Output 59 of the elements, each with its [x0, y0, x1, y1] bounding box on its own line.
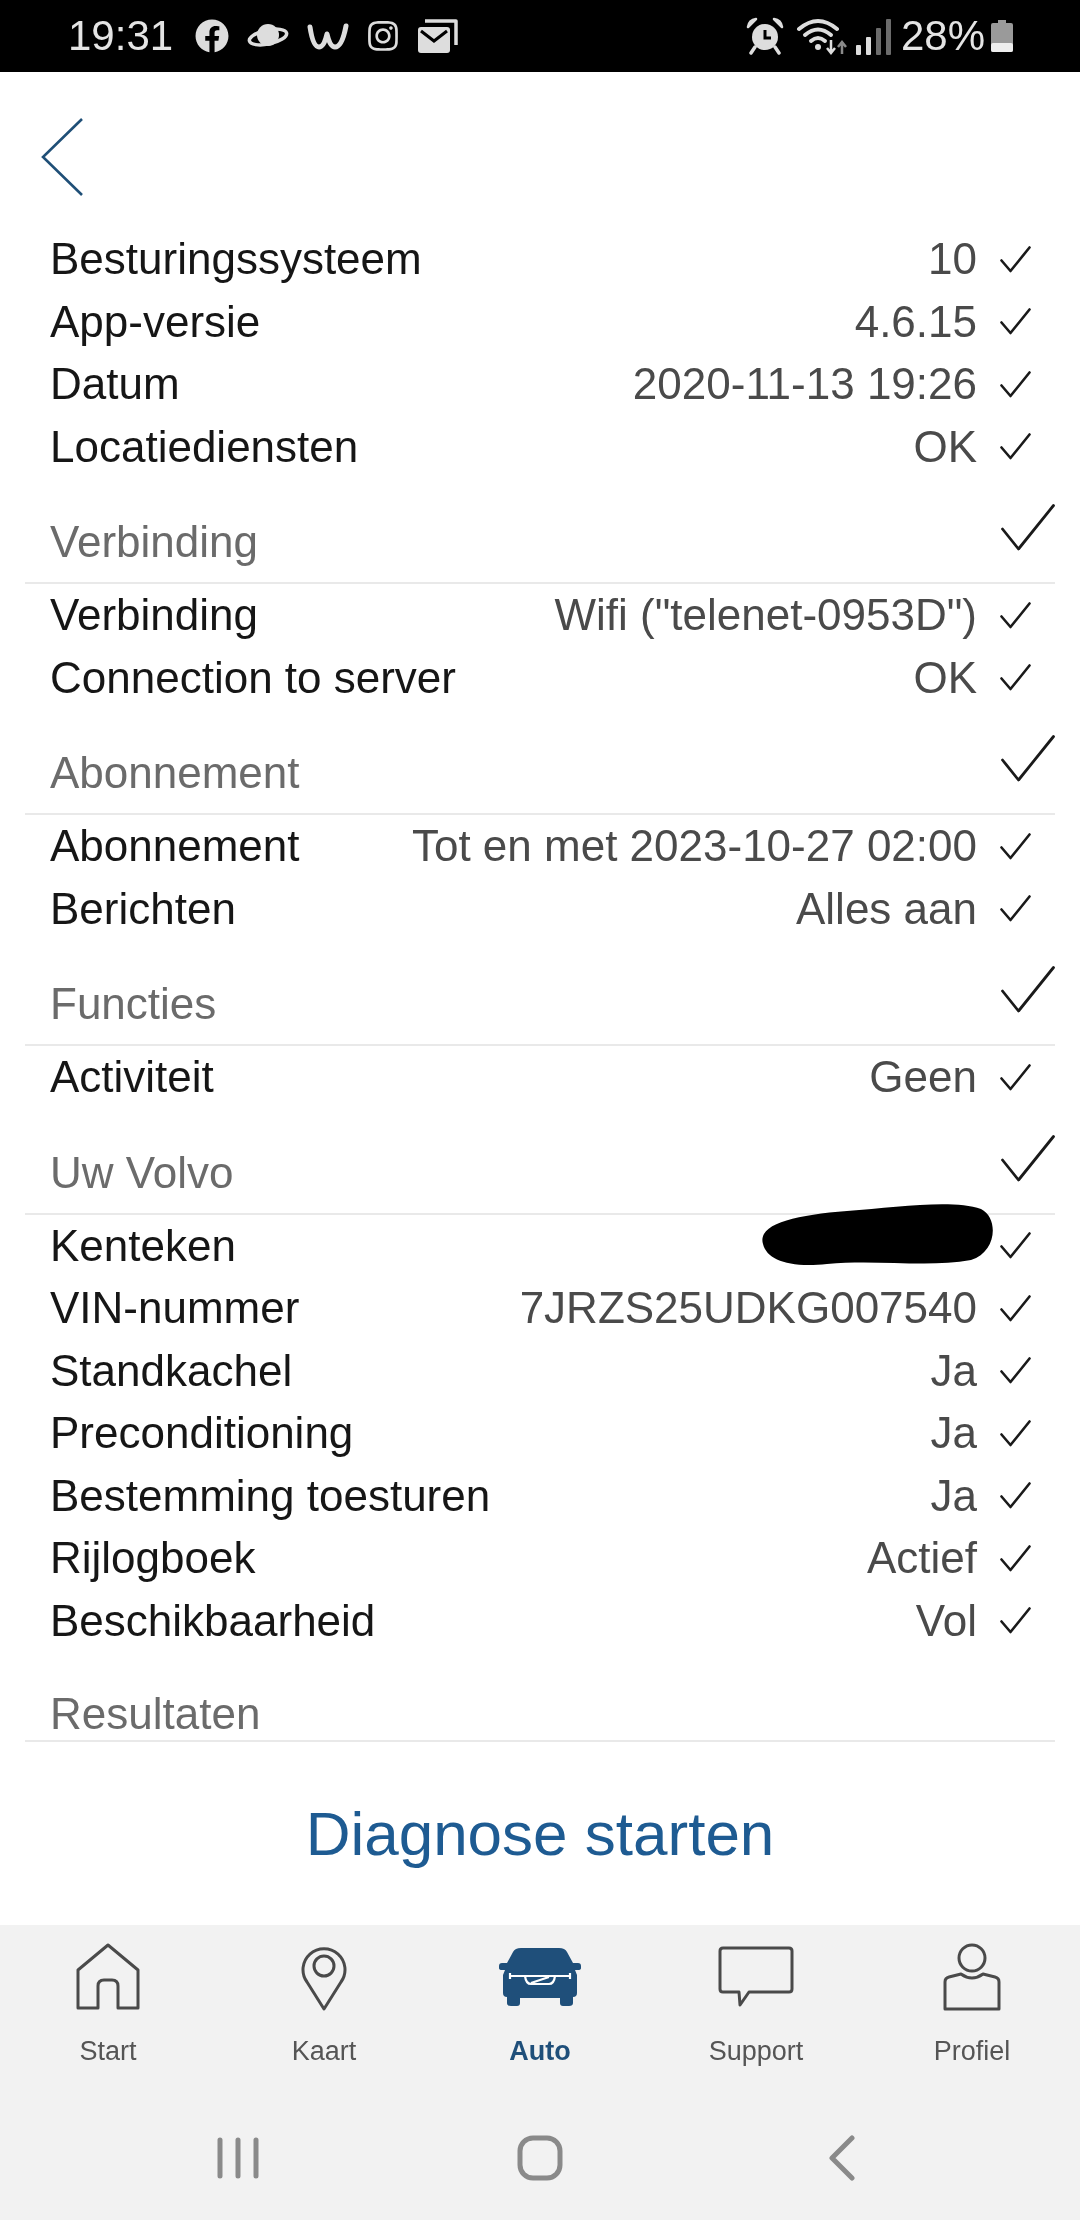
- setting-label: Rijlogboek: [50, 1532, 256, 1585]
- setting-label: Datum: [50, 358, 180, 411]
- diagnose-button[interactable]: Diagnose starten: [305, 1797, 775, 1870]
- setting-label: Connection to server: [50, 651, 456, 704]
- setting-value: 10: [928, 233, 977, 286]
- recent-apps-icon[interactable]: [217, 2136, 259, 2179]
- battery-icon: [991, 20, 1013, 52]
- tab-bar-item[interactable]: Profiel: [864, 1925, 1080, 2095]
- setting-value: Alles aan: [796, 882, 977, 935]
- setting-label: Activiteit: [50, 1051, 214, 1104]
- setting-value: Geen: [869, 1051, 977, 1104]
- setting-label: Berichten: [50, 882, 236, 935]
- speech-bubble-icon: [718, 1945, 794, 2008]
- setting-label: Verbinding: [50, 589, 258, 642]
- signal-icon: [855, 17, 892, 55]
- setting-value: OK: [913, 651, 977, 704]
- tab-bar-item[interactable]: Kaart: [216, 1925, 432, 2095]
- section-title: Resultaten: [49, 1688, 261, 1740]
- setting-label: Besturingssysteem: [50, 233, 422, 286]
- setting-label: VIN-nummer: [50, 1282, 300, 1335]
- setting-value: Wifi ("telenet-0953D"): [554, 589, 977, 642]
- setting-label: Bestemming toesturen: [50, 1469, 491, 1522]
- wave-logo-icon: [307, 21, 350, 51]
- house-icon: [76, 1943, 140, 2010]
- setting-value: Ja: [930, 1407, 977, 1460]
- setting-value: Ja: [930, 1469, 977, 1522]
- section-title: Functies: [49, 978, 217, 1030]
- battery-percentage: 28%: [900, 12, 985, 60]
- section-title: Abonnement: [49, 747, 300, 799]
- setting-label: Beschikbaarheid: [50, 1594, 376, 1647]
- setting-value: 7JRZS25UDKG007540: [519, 1282, 977, 1335]
- tab-bar-item[interactable]: Support: [648, 1925, 864, 2095]
- camera-icon: [366, 19, 401, 53]
- setting-label: Locatiediensten: [50, 420, 359, 473]
- status-time: 19:31: [68, 12, 174, 60]
- setting-value: 2020-11-13 19:26: [632, 358, 977, 411]
- setting-label: Preconditioning: [50, 1407, 354, 1460]
- back-icon[interactable]: [40, 117, 84, 197]
- setting-label: Kenteken: [50, 1219, 236, 1272]
- home-icon[interactable]: [517, 2134, 563, 2181]
- setting-value: 4.6.15: [854, 295, 977, 348]
- tab-bar-item[interactable]: Auto: [432, 1925, 648, 2095]
- setting-value: Vol: [915, 1594, 977, 1647]
- facebook-icon: [195, 19, 230, 53]
- tab-bar-item[interactable]: Start: [0, 1925, 216, 2095]
- mail-icon: [417, 18, 460, 54]
- setting-value: OK: [913, 420, 977, 473]
- setting-label: Abonnement: [50, 820, 300, 873]
- section-title: Verbinding: [49, 516, 258, 568]
- setting-value: Actief: [866, 1532, 977, 1585]
- person-icon: [943, 1942, 1001, 2011]
- setting-value: Tot en met 2023-10-27 02:00: [411, 820, 977, 873]
- setting-label: App-versie: [50, 295, 261, 348]
- car-icon: [499, 1946, 581, 2007]
- section-title: Uw Volvo: [49, 1146, 234, 1199]
- setting-label: Standkachel: [50, 1344, 293, 1397]
- setting-value: Ja: [930, 1344, 977, 1397]
- alarm-clock-icon: [745, 17, 784, 55]
- wifi-icon: [795, 16, 848, 56]
